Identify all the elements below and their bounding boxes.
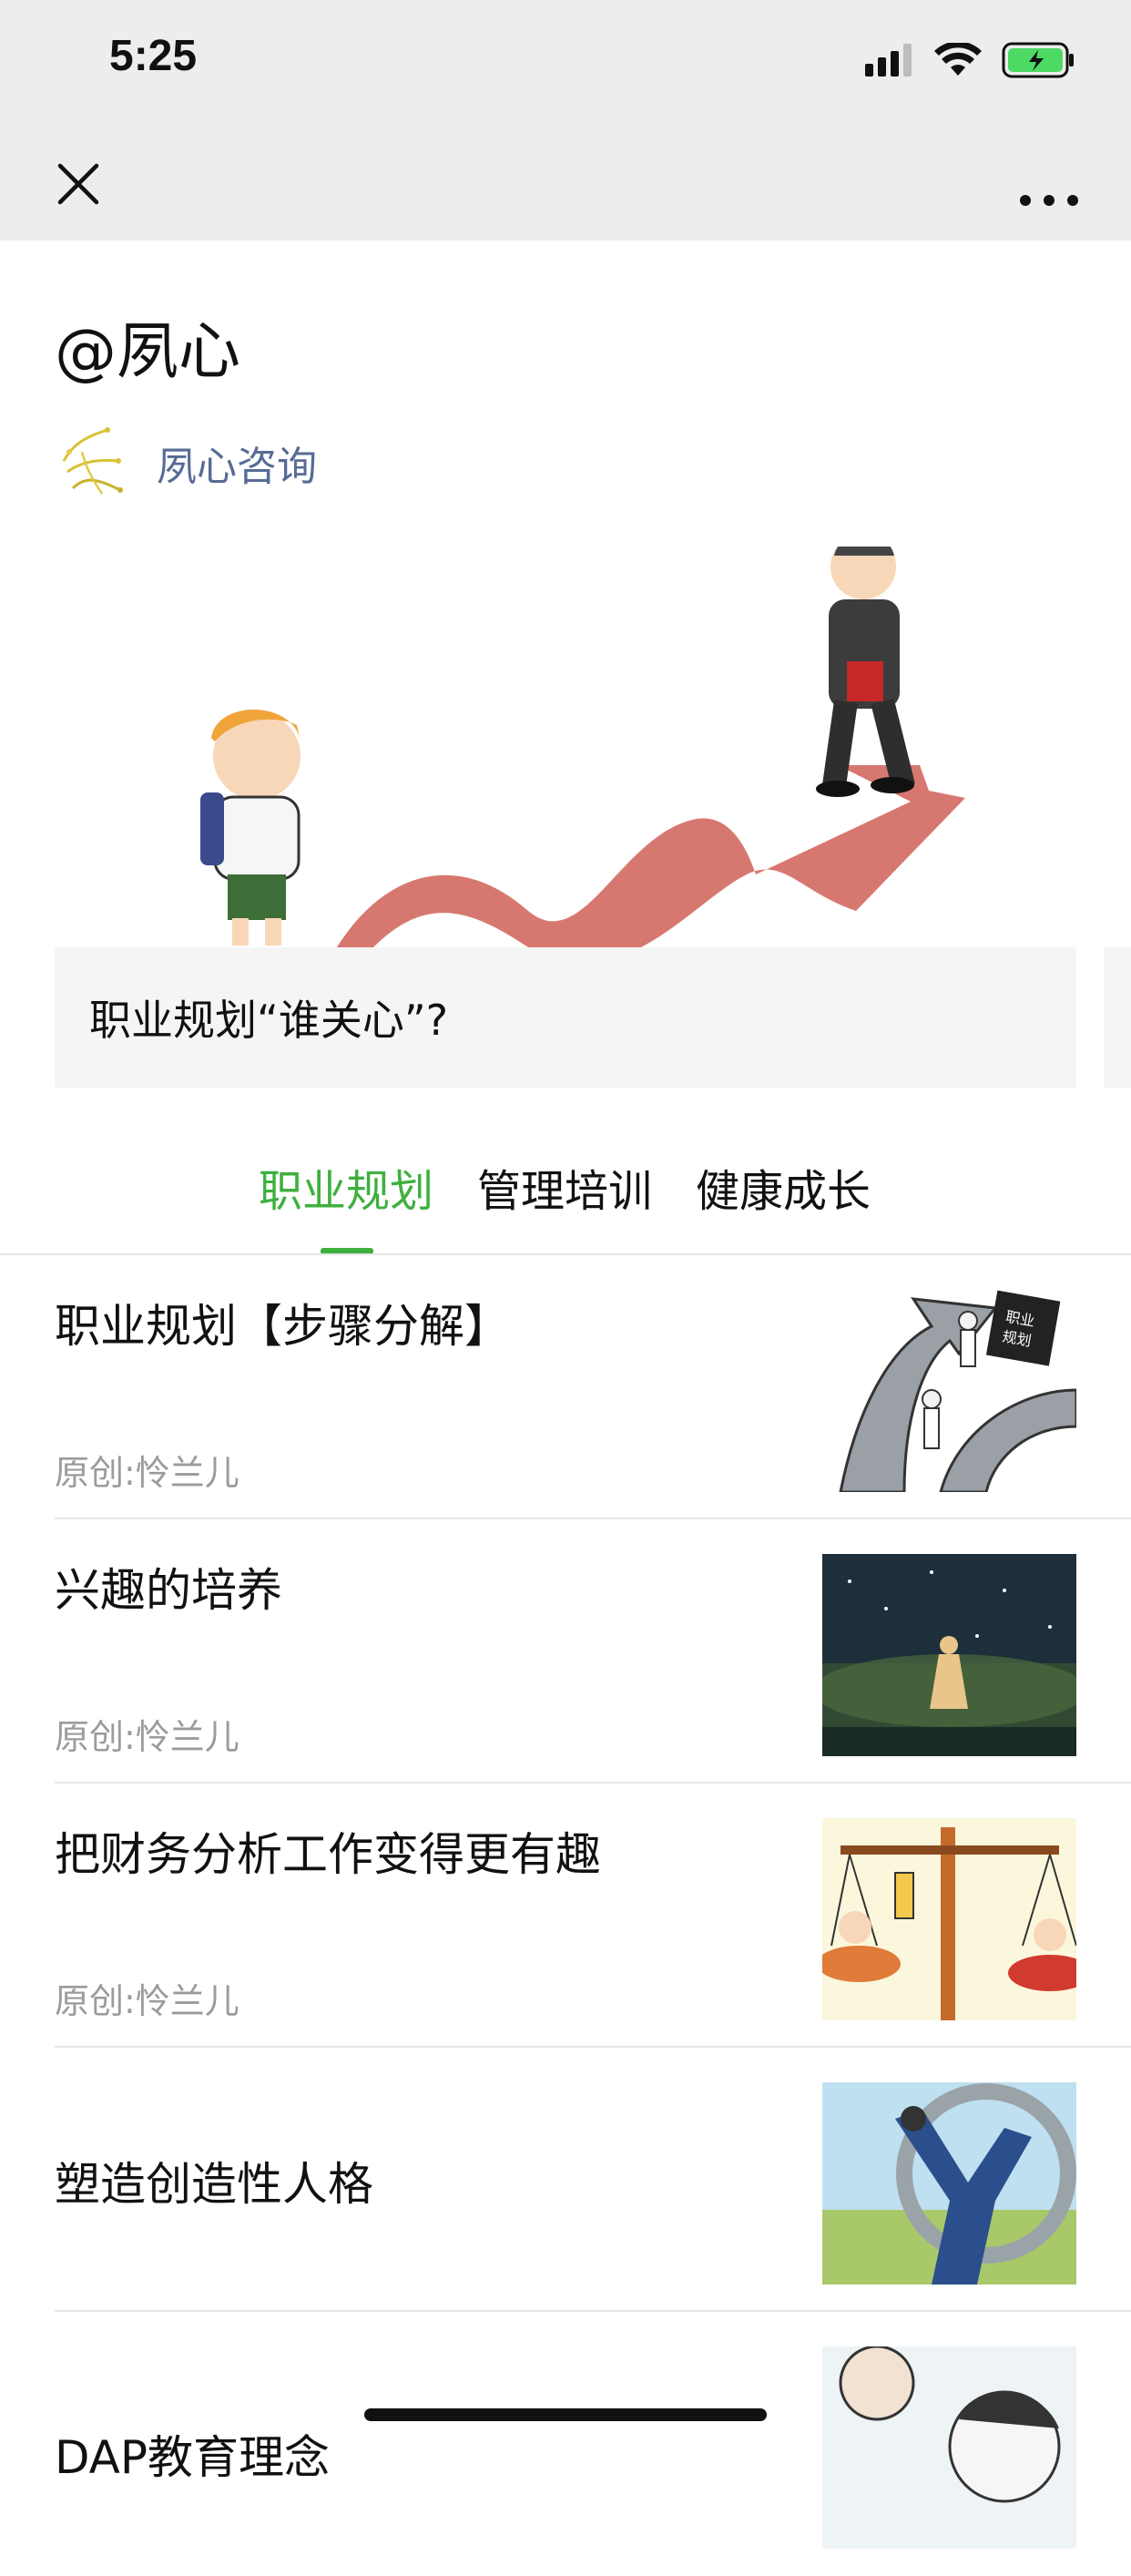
more-icon[interactable] [1013,157,1085,211]
category-tabs: 职业规划 管理培训 健康成长 [0,1155,1131,1254]
page-title: @夙心 [55,316,241,388]
account-name: 夙心咨询 [157,444,317,490]
signal-icon [865,44,912,77]
article-thumbnail: 职业 规划 [822,1290,1076,1492]
top-bar: 5:25 [0,0,1131,240]
tab-healthy-growth[interactable]: 健康成长 [696,1155,871,1219]
tab-management-training[interactable]: 管理培训 [477,1155,652,1219]
account-logo-icon [62,427,123,495]
next-card-peek[interactable] [1104,947,1131,1088]
article-title: 兴趣的培养 [55,1564,282,1617]
article-title: 职业规划【步骤分解】 [55,1300,510,1353]
article-author: 原创:怜兰儿 [55,1981,239,2021]
article-thumbnail [822,1554,1076,1756]
status-icons [865,38,1076,82]
article-title: 塑造创造性人格 [55,2158,373,2211]
nav-bar [0,137,1131,240]
status-time: 5:25 [109,32,198,80]
battery-charging-icon [1002,42,1074,78]
featured-caption[interactable]: 职业规划“谁关心”? [55,947,1076,1088]
article-item[interactable]: DAP教育理念 [55,2312,1131,2576]
home-indicator[interactable] [364,2408,767,2421]
article-thumbnail [822,2346,1076,2549]
featured-image[interactable] [55,547,1076,947]
article-author: 原创:怜兰儿 [55,1717,239,1757]
article-title: DAP教育理念 [55,2431,330,2484]
article-item[interactable]: 职业规划【步骤分解】 原创:怜兰儿 职业 规划 [55,1255,1131,1519]
article-item[interactable]: 塑造创造性人格 [55,2048,1131,2312]
account-row[interactable]: 夙心咨询 [55,424,317,501]
wifi-icon [934,43,982,76]
article-item[interactable]: 把财务分析工作变得更有趣 原创:怜兰儿 [55,1784,1131,2048]
tab-career-planning[interactable]: 职业规划 [259,1155,433,1219]
article-item[interactable]: 兴趣的培养 原创:怜兰儿 [55,1519,1131,1784]
article-thumbnail [822,1818,1076,2020]
article-author: 原创:怜兰儿 [55,1453,239,1493]
close-icon[interactable] [51,157,106,211]
article-title: 把财务分析工作变得更有趣 [55,1828,601,1881]
article-thumbnail [822,2082,1076,2285]
